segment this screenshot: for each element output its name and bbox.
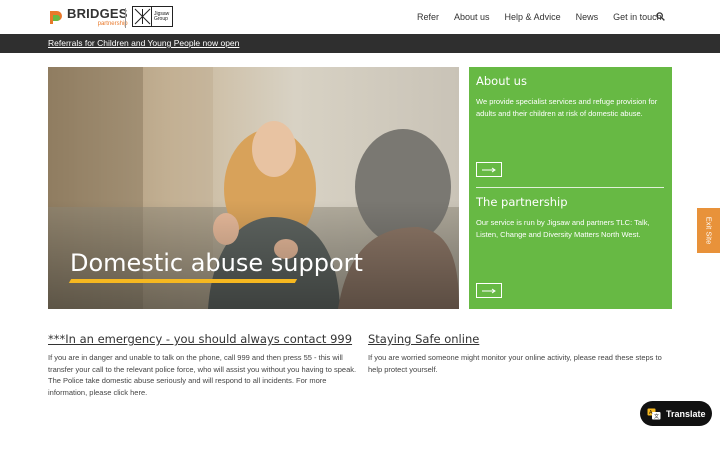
nav-get-in-touch[interactable]: Get in touch bbox=[613, 12, 662, 22]
brand-subtitle: partnership bbox=[97, 21, 128, 27]
nav-help-advice[interactable]: Help & Advice bbox=[505, 12, 561, 22]
nav-news[interactable]: News bbox=[576, 12, 599, 22]
exit-site-button[interactable]: Exit Site bbox=[697, 208, 720, 253]
bridges-logo[interactable]: BRIDGES partnership bbox=[48, 7, 128, 27]
about-us-arrow-button[interactable] bbox=[476, 162, 502, 177]
emergency-text: If you are in danger and unable to talk … bbox=[48, 353, 357, 397]
staying-safe-heading[interactable]: Staying Safe online bbox=[368, 332, 479, 346]
panel-divider bbox=[476, 187, 664, 188]
about-us-heading: About us bbox=[476, 74, 527, 88]
site-header: BRIDGES partnership Jigsaw Group Refer A… bbox=[0, 0, 720, 34]
arrow-right-icon bbox=[482, 288, 496, 293]
partnership-heading: The partnership bbox=[476, 195, 568, 209]
svg-text:A: A bbox=[649, 410, 653, 416]
staying-safe-text: If you are worried someone might monitor… bbox=[368, 353, 662, 374]
about-us-text: We provide specialist services and refug… bbox=[476, 97, 658, 118]
exit-site-label: Exit Site bbox=[704, 216, 714, 245]
referrals-link[interactable]: Referrals for Children and Young People … bbox=[48, 38, 239, 48]
arrow-right-icon bbox=[482, 167, 496, 172]
brand-name: BRIDGES bbox=[67, 6, 128, 21]
translate-label: Translate bbox=[666, 408, 706, 419]
svg-text:文: 文 bbox=[654, 413, 659, 420]
emergency-heading[interactable]: ***In an emergency - you should always c… bbox=[48, 332, 352, 346]
hero-image: Domestic abuse support bbox=[48, 67, 459, 309]
logo-divider bbox=[125, 8, 126, 28]
info-panel: About us We provide specialist services … bbox=[469, 67, 672, 309]
bridges-logo-icon bbox=[50, 11, 62, 24]
partnership-text: Our service is run by Jigsaw and partner… bbox=[476, 218, 650, 239]
main-nav: Refer About us Help & Advice News Get in… bbox=[417, 12, 662, 22]
jigsaw-logo[interactable]: Jigsaw Group bbox=[132, 6, 173, 27]
jigsaw-text: Jigsaw Group bbox=[154, 10, 170, 22]
partnership-arrow-button[interactable] bbox=[476, 283, 502, 298]
nav-refer[interactable]: Refer bbox=[417, 12, 439, 22]
hero-title-underline bbox=[68, 279, 298, 283]
announcement-banner: Referrals for Children and Young People … bbox=[0, 34, 720, 53]
translate-icon: A 文 bbox=[647, 408, 661, 420]
translate-button[interactable]: A 文 Translate bbox=[640, 401, 712, 426]
jigsaw-mark-icon bbox=[133, 7, 152, 26]
nav-about-us[interactable]: About us bbox=[454, 12, 490, 22]
search-icon[interactable] bbox=[656, 12, 665, 21]
hero-title: Domestic abuse support bbox=[70, 249, 363, 277]
